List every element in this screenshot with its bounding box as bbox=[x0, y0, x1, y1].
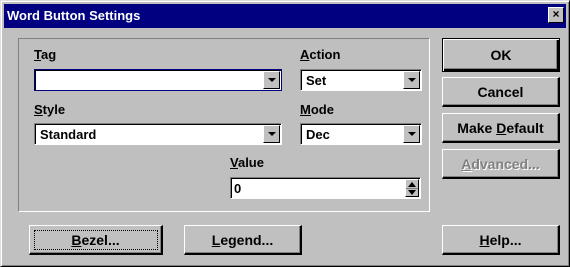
spin-down-icon[interactable] bbox=[408, 190, 416, 195]
tag-combobox[interactable] bbox=[34, 69, 282, 91]
value-label: Value bbox=[230, 155, 264, 170]
cancel-button[interactable]: Cancel bbox=[442, 77, 560, 107]
mode-dropdown-button[interactable] bbox=[403, 125, 420, 143]
window-title: Word Button Settings bbox=[7, 8, 141, 23]
value-spinbox[interactable]: 0 bbox=[230, 177, 421, 199]
cancel-button-label: Cancel bbox=[477, 83, 524, 100]
tag-label: Tag bbox=[34, 47, 57, 62]
action-value: Set bbox=[306, 73, 327, 88]
style-label: Style bbox=[34, 102, 66, 117]
mode-label: Mode bbox=[300, 102, 334, 117]
action-combobox[interactable]: Set bbox=[300, 69, 422, 91]
ok-button-label: OK bbox=[490, 47, 512, 63]
word-button-settings-dialog: Word Button Settings × Tag Action Set St… bbox=[0, 0, 570, 267]
title-bar[interactable]: Word Button Settings × bbox=[4, 4, 566, 28]
spin-up-icon[interactable] bbox=[408, 182, 416, 187]
bezel-button[interactable]: Bezel... bbox=[29, 225, 163, 255]
action-dropdown-button[interactable] bbox=[403, 71, 420, 89]
ok-button[interactable]: OK bbox=[442, 38, 560, 72]
legend-button-label: Legend... bbox=[211, 231, 274, 248]
style-dropdown-button[interactable] bbox=[263, 125, 280, 143]
close-button[interactable]: × bbox=[548, 7, 564, 23]
chevron-down-icon bbox=[408, 132, 416, 136]
style-combobox[interactable]: Standard bbox=[34, 123, 282, 145]
value-spinner[interactable] bbox=[405, 179, 419, 197]
help-button-label: Help... bbox=[479, 231, 522, 248]
make-default-button-label: Make Default bbox=[457, 119, 544, 136]
value-input[interactable]: 0 bbox=[234, 181, 241, 196]
spinner-divider bbox=[406, 188, 418, 189]
tag-dropdown-button[interactable] bbox=[263, 71, 280, 89]
style-value: Standard bbox=[40, 127, 97, 142]
make-default-button[interactable]: Make Default bbox=[442, 113, 560, 143]
bezel-button-label: Bezel... bbox=[71, 231, 120, 248]
settings-panel: Tag Action Set Style Standard Mode Dec V… bbox=[18, 38, 430, 212]
advanced-button[interactable]: Advanced... bbox=[442, 149, 560, 179]
legend-button[interactable]: Legend... bbox=[184, 225, 302, 255]
close-icon: × bbox=[552, 7, 560, 21]
chevron-down-icon bbox=[268, 132, 276, 136]
mode-combobox[interactable]: Dec bbox=[300, 123, 422, 145]
chevron-down-icon bbox=[408, 78, 416, 82]
mode-value: Dec bbox=[306, 127, 330, 142]
chevron-down-icon bbox=[268, 78, 276, 82]
action-label: Action bbox=[300, 47, 341, 62]
help-button[interactable]: Help... bbox=[442, 225, 560, 255]
advanced-button-label: Advanced... bbox=[461, 155, 540, 172]
